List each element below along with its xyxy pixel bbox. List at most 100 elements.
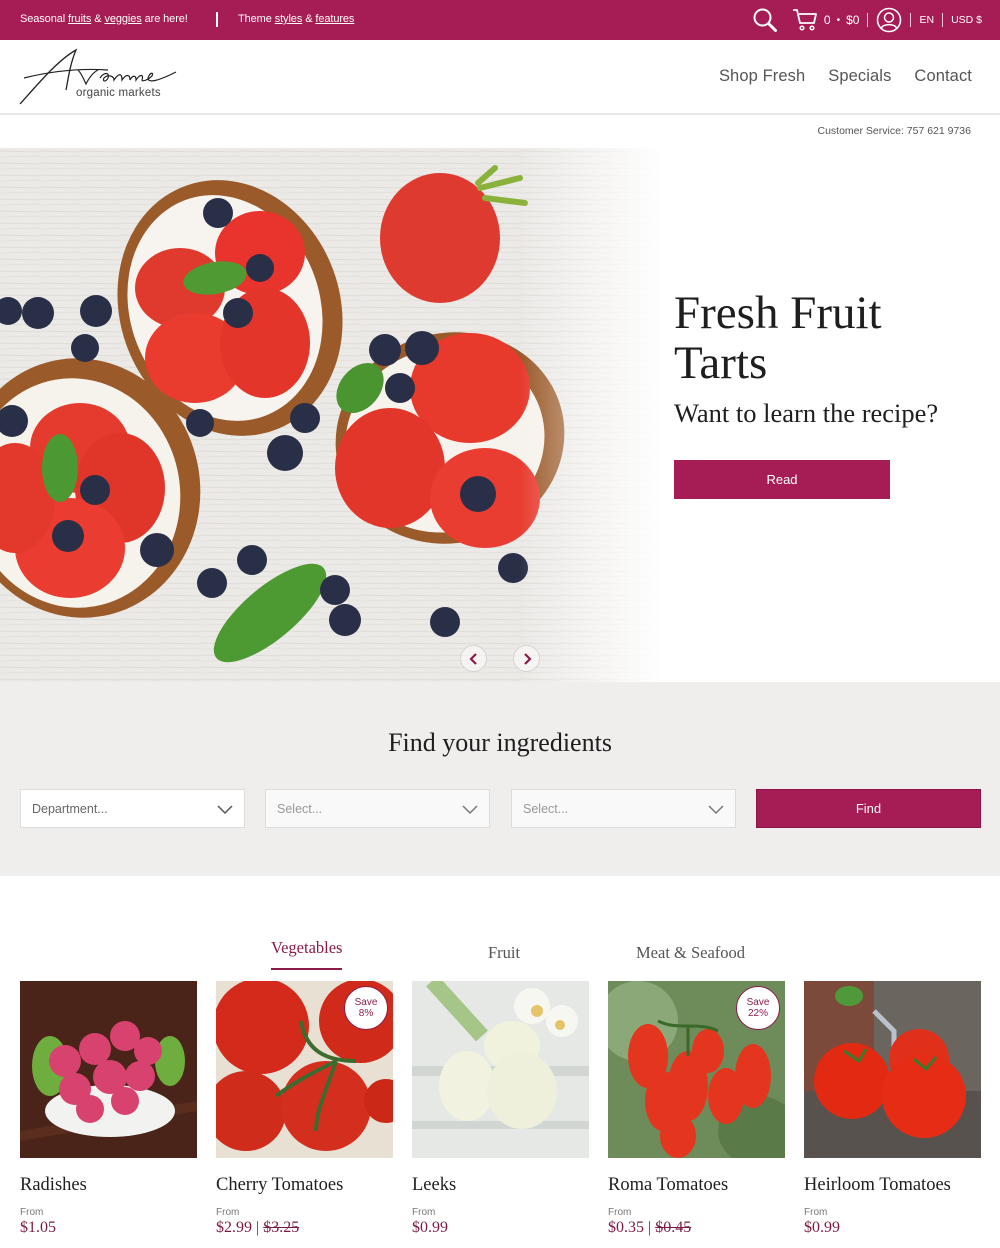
product-price: $0.99 — [804, 1219, 840, 1237]
tab-label: Fruit — [488, 943, 521, 962]
announcement-text: Seasonal — [20, 13, 69, 25]
price-from-label: From — [216, 1207, 240, 1218]
product-image-heirloom-tomatoes[interactable] — [804, 981, 981, 1158]
sale-price: $2.99 — [216, 1219, 252, 1236]
main-nav: Shop Fresh Specials Contact — [719, 67, 972, 86]
active-tab-underline — [271, 968, 343, 970]
divider — [910, 13, 912, 27]
ingredient-finder: Find your ingredients Department... Sele… — [0, 682, 1000, 876]
product-name[interactable]: Heirloom Tomatoes — [804, 1175, 951, 1196]
tab-label: Meat & Seafood — [636, 943, 746, 962]
currency-selector[interactable]: USD $ — [951, 14, 982, 26]
logo[interactable]: organic markets — [18, 46, 188, 108]
select-placeholder: Select... — [277, 801, 323, 816]
tab-label: Vegetables — [271, 938, 343, 957]
product-card[interactable]: Heirloom Tomatoes From $0.99 — [804, 981, 981, 1236]
divider — [216, 12, 218, 27]
cart-button[interactable]: 0 • $0 — [792, 8, 860, 32]
announcement-text: & — [91, 13, 105, 25]
product-price: $0.99 — [412, 1219, 448, 1237]
announcement-text: & — [302, 13, 316, 25]
price-from-label: From — [20, 1207, 44, 1218]
hero-image-fade — [520, 148, 680, 682]
product-image-radishes[interactable] — [20, 981, 197, 1158]
tab-fruit[interactable]: Fruit — [488, 943, 520, 963]
divider — [942, 13, 944, 27]
slider-prev-button[interactable] — [460, 645, 487, 672]
product-name[interactable]: Cherry Tomatoes — [216, 1175, 343, 1196]
nav-shop-fresh[interactable]: Shop Fresh — [719, 67, 805, 86]
save-badge: Save 8% — [344, 986, 388, 1030]
product-card[interactable]: Leeks From $0.99 — [412, 981, 589, 1236]
logo-tagline: organic markets — [76, 87, 161, 99]
search-icon[interactable] — [752, 7, 778, 33]
product-image-cherry-tomatoes[interactable]: Save 8% — [216, 981, 393, 1158]
badge-percent: 8% — [358, 1008, 374, 1019]
slider-next-button[interactable] — [513, 645, 540, 672]
chevron-right-icon — [523, 652, 532, 665]
sale-price: $1.05 — [20, 1219, 56, 1236]
price-from-label: From — [608, 1207, 632, 1218]
site-header: organic markets Shop Fresh Specials Cont… — [0, 40, 1000, 115]
price-separator: | — [644, 1219, 656, 1236]
select-placeholder: Department... — [32, 801, 108, 816]
account-icon[interactable] — [876, 7, 902, 33]
nav-contact[interactable]: Contact — [914, 67, 972, 86]
badge-label: Save — [354, 997, 378, 1008]
cart-count: 0 — [823, 13, 831, 27]
product-image-roma-tomatoes[interactable]: Save 22% — [608, 981, 785, 1158]
chevron-down-icon — [462, 805, 478, 815]
announcement-theme: Theme styles & features — [238, 13, 354, 25]
save-badge: Save 22% — [736, 986, 780, 1030]
product-tabs: Vegetables Fruit Meat & Seafood — [0, 938, 1000, 974]
announcement-text: are here! — [141, 13, 188, 25]
cart-dot: • — [836, 14, 841, 26]
category-select[interactable]: Select... — [265, 789, 490, 828]
features-link[interactable]: features — [315, 13, 354, 25]
product-name[interactable]: Roma Tomatoes — [608, 1175, 728, 1196]
customer-service-phone: Customer Service: 757 621 9736 — [817, 125, 971, 137]
product-price: $1.05 — [20, 1219, 56, 1237]
finder-heading: Find your ingredients — [388, 728, 612, 757]
product-name[interactable]: Radishes — [20, 1175, 87, 1196]
product-image-leeks[interactable] — [412, 981, 589, 1158]
price-from-label: From — [412, 1207, 436, 1218]
subcategory-select[interactable]: Select... — [511, 789, 736, 828]
hero-slider: Fresh Fruit Tarts Want to learn the reci… — [0, 148, 1000, 682]
cart-icon — [792, 8, 818, 32]
tab-meat-seafood[interactable]: Meat & Seafood — [636, 943, 745, 963]
product-card[interactable]: Save 8% Cherry Tomatoes From $2.99 | $3.… — [216, 981, 393, 1236]
product-name[interactable]: Leeks — [412, 1175, 456, 1196]
chevron-left-icon — [468, 652, 477, 665]
compare-at-price: $0.45 — [655, 1219, 692, 1236]
read-button[interactable]: Read — [674, 460, 890, 499]
chevron-down-icon — [708, 805, 724, 815]
select-placeholder: Select... — [523, 801, 569, 816]
nav-specials[interactable]: Specials — [828, 67, 891, 86]
product-card[interactable]: Radishes From $1.05 — [20, 981, 197, 1236]
fruits-link[interactable]: fruits — [68, 13, 91, 25]
hero-title: Fresh Fruit Tarts — [674, 287, 882, 389]
announcement-seasonal: Seasonal fruits & veggies are here! — [20, 13, 188, 25]
compare-at-price: $3.25 — [263, 1219, 300, 1236]
product-price: $0.35 | $0.45 — [608, 1219, 691, 1237]
sale-price: $0.35 — [608, 1219, 644, 1236]
veggies-link[interactable]: veggies — [104, 13, 141, 25]
announcement-bar: Seasonal fruits & veggies are here! Them… — [0, 0, 1000, 40]
tab-vegetables[interactable]: Vegetables — [271, 938, 343, 970]
utility-nav: 0 • $0 EN USD $ — [752, 5, 982, 35]
chevron-down-icon — [217, 805, 233, 815]
sale-price: $0.99 — [804, 1219, 840, 1236]
divider — [867, 13, 869, 27]
badge-percent: 22% — [747, 1008, 768, 1019]
find-button[interactable]: Find — [756, 789, 981, 828]
department-select[interactable]: Department... — [20, 789, 245, 828]
announcement-text: Theme — [238, 13, 275, 25]
product-card[interactable]: Save 22% Roma Tomatoes From $0.35 | $0.4… — [608, 981, 785, 1236]
badge-label: Save — [746, 997, 770, 1008]
language-selector[interactable]: EN — [919, 14, 934, 26]
cart-total: $0 — [846, 13, 860, 27]
price-separator: | — [252, 1219, 264, 1236]
styles-link[interactable]: styles — [275, 13, 303, 25]
price-from-label: From — [804, 1207, 828, 1218]
